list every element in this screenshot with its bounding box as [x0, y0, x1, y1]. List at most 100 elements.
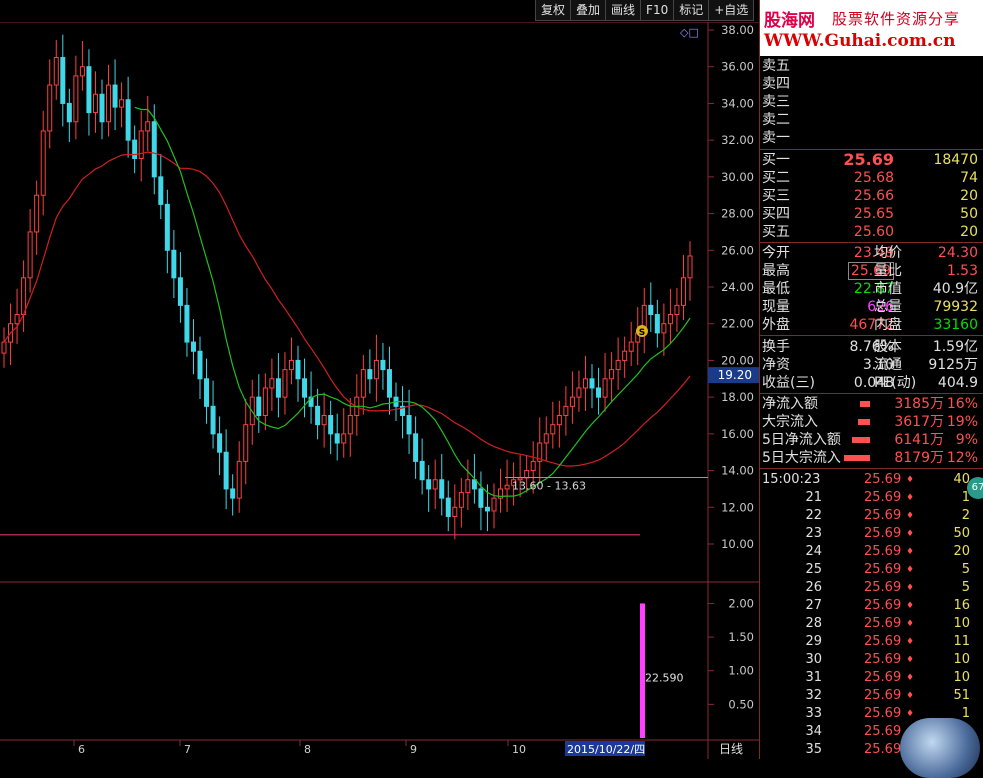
candle-body	[661, 323, 667, 334]
sell-row-1[interactable]: 卖一	[760, 129, 982, 147]
tick-time: 32	[805, 688, 822, 703]
stat-row: 最高 25.69 量比 1.53	[760, 262, 982, 280]
flow-value: 3617万	[894, 414, 944, 430]
buy-volume: 20	[960, 188, 978, 204]
tick-time: 34	[805, 724, 822, 739]
candle-body	[524, 470, 530, 479]
period-label[interactable]: 日线	[719, 742, 743, 756]
candle-body	[190, 341, 196, 352]
candle-body	[73, 75, 79, 123]
candle-body	[569, 396, 575, 407]
tick-time: 28	[805, 616, 822, 631]
candle-body	[550, 424, 556, 435]
tick-row: 27 25.69 ♦ 16	[760, 597, 982, 615]
sell-row-3[interactable]: 卖三	[760, 93, 982, 111]
tick-up-arrow-icon: ♦	[906, 619, 915, 629]
tick-up-arrow-icon: ♦	[906, 655, 915, 665]
x-month-label: 7	[184, 743, 191, 756]
sep-line	[760, 335, 983, 336]
candle-body	[478, 488, 484, 508]
x-month-label: 8	[304, 743, 311, 756]
tick-row: 30 25.69 ♦ 10	[760, 651, 982, 669]
tick-time: 31	[805, 670, 822, 685]
candle-body	[596, 387, 602, 398]
sell-label: 卖一	[762, 130, 790, 146]
vol-tick-label: 0.50	[728, 697, 754, 711]
tick-price: 25.69	[864, 598, 902, 613]
candle-body	[386, 369, 392, 398]
badge[interactable]: 67	[967, 477, 983, 499]
candle-body	[119, 99, 125, 108]
candle-body	[34, 194, 40, 233]
y-tick-label: 20.00	[721, 353, 754, 367]
toolbar-btn-2[interactable]: 画线	[605, 0, 642, 21]
toolbar-btn-4[interactable]: 标记	[673, 0, 710, 21]
tick-row: 26 25.69 ♦ 5	[760, 579, 982, 597]
flow-value: 3185万	[894, 396, 944, 412]
flow-pct: 19%	[946, 414, 978, 430]
buy-row-1[interactable]: 买一 25.69 18470	[760, 151, 982, 169]
tick-time: 30	[805, 652, 822, 667]
sell-label: 卖四	[762, 76, 790, 92]
logo-tagline: 股票软件资源分享	[832, 10, 961, 28]
toolbar-btn-3[interactable]: F10	[640, 0, 675, 21]
site-logo: 股海网 股票软件资源分享 WWW.Guhai.com.cn	[760, 0, 983, 56]
candle-body	[465, 479, 471, 494]
chart-toolbar: 复权 叠加 画线 F10 标记 +自选	[535, 0, 755, 22]
tick-price: 25.69	[864, 472, 902, 487]
buy-volume: 18470	[933, 152, 978, 168]
stat-label: 股本	[874, 339, 902, 355]
sell-row-5[interactable]: 卖五	[760, 57, 982, 75]
candle-body	[60, 57, 66, 104]
stat-label: 今开	[762, 245, 790, 261]
tick-up-arrow-icon: ♦	[906, 709, 915, 719]
sep-line	[760, 393, 983, 394]
sell-row-4[interactable]: 卖四	[760, 75, 982, 93]
candle-body	[563, 405, 569, 417]
candle-body	[628, 341, 634, 352]
tick-row: 23 25.69 ♦ 50	[760, 525, 982, 543]
kline-chart[interactable]: 38.00 36.00 34.00 32.00 30.00 28.00 26.00 24.00…	[0, 22, 759, 759]
stat-row: 现量 626 总量 79932	[760, 298, 982, 316]
toolbar-btn-1[interactable]: 叠加	[570, 0, 607, 21]
tick-up-arrow-icon: ♦	[906, 691, 915, 701]
toolbar-btn-5[interactable]: +自选	[708, 0, 755, 21]
buy-row-3[interactable]: 买三 25.66 20	[760, 187, 982, 205]
toolbar-btn-0[interactable]: 复权	[535, 0, 572, 21]
sell-label: 卖二	[762, 112, 790, 128]
buy-price: 25.68	[853, 170, 894, 186]
candle-body	[341, 433, 347, 444]
candle-body	[589, 378, 595, 389]
stat-label: 市值	[874, 281, 902, 297]
candle-body	[151, 121, 157, 178]
candle-body	[458, 492, 464, 508]
candle-body	[79, 66, 85, 77]
tick-price: 25.69	[864, 616, 902, 631]
candle-body	[687, 255, 693, 279]
avatar[interactable]	[900, 718, 980, 778]
buy-price: 25.69	[843, 150, 894, 169]
candle-body	[21, 277, 27, 316]
stat2-row: 收益(三) 0.048 PE(动) 404.9	[760, 374, 982, 392]
tick-time: 24	[805, 544, 822, 559]
sep-line	[760, 242, 983, 243]
tick-up-arrow-icon: ♦	[906, 475, 915, 485]
tick-price: 25.69	[864, 724, 902, 739]
stat-label: 外盘	[762, 317, 790, 333]
buy-volume: 74	[960, 170, 978, 186]
buy-row-4[interactable]: 买四 25.65 50	[760, 205, 982, 223]
stat-label: PE(动)	[874, 375, 917, 391]
candle-body	[158, 176, 164, 205]
candle-body	[184, 304, 190, 343]
tick-time: 25	[805, 562, 822, 577]
tick-row: 32 25.69 ♦ 51	[760, 687, 982, 705]
sell-row-2[interactable]: 卖二	[760, 111, 982, 129]
buy-row-5[interactable]: 买五 25.60 20	[760, 223, 982, 241]
stat-value: 9125万	[928, 357, 978, 373]
chart-mode-icons[interactable]: ◇□	[680, 26, 699, 39]
candle-body	[171, 249, 177, 279]
candle-body	[138, 130, 144, 160]
buy-row-2[interactable]: 买二 25.68 74	[760, 169, 982, 187]
buy-price: 25.65	[853, 206, 894, 222]
candle-body	[432, 479, 438, 490]
